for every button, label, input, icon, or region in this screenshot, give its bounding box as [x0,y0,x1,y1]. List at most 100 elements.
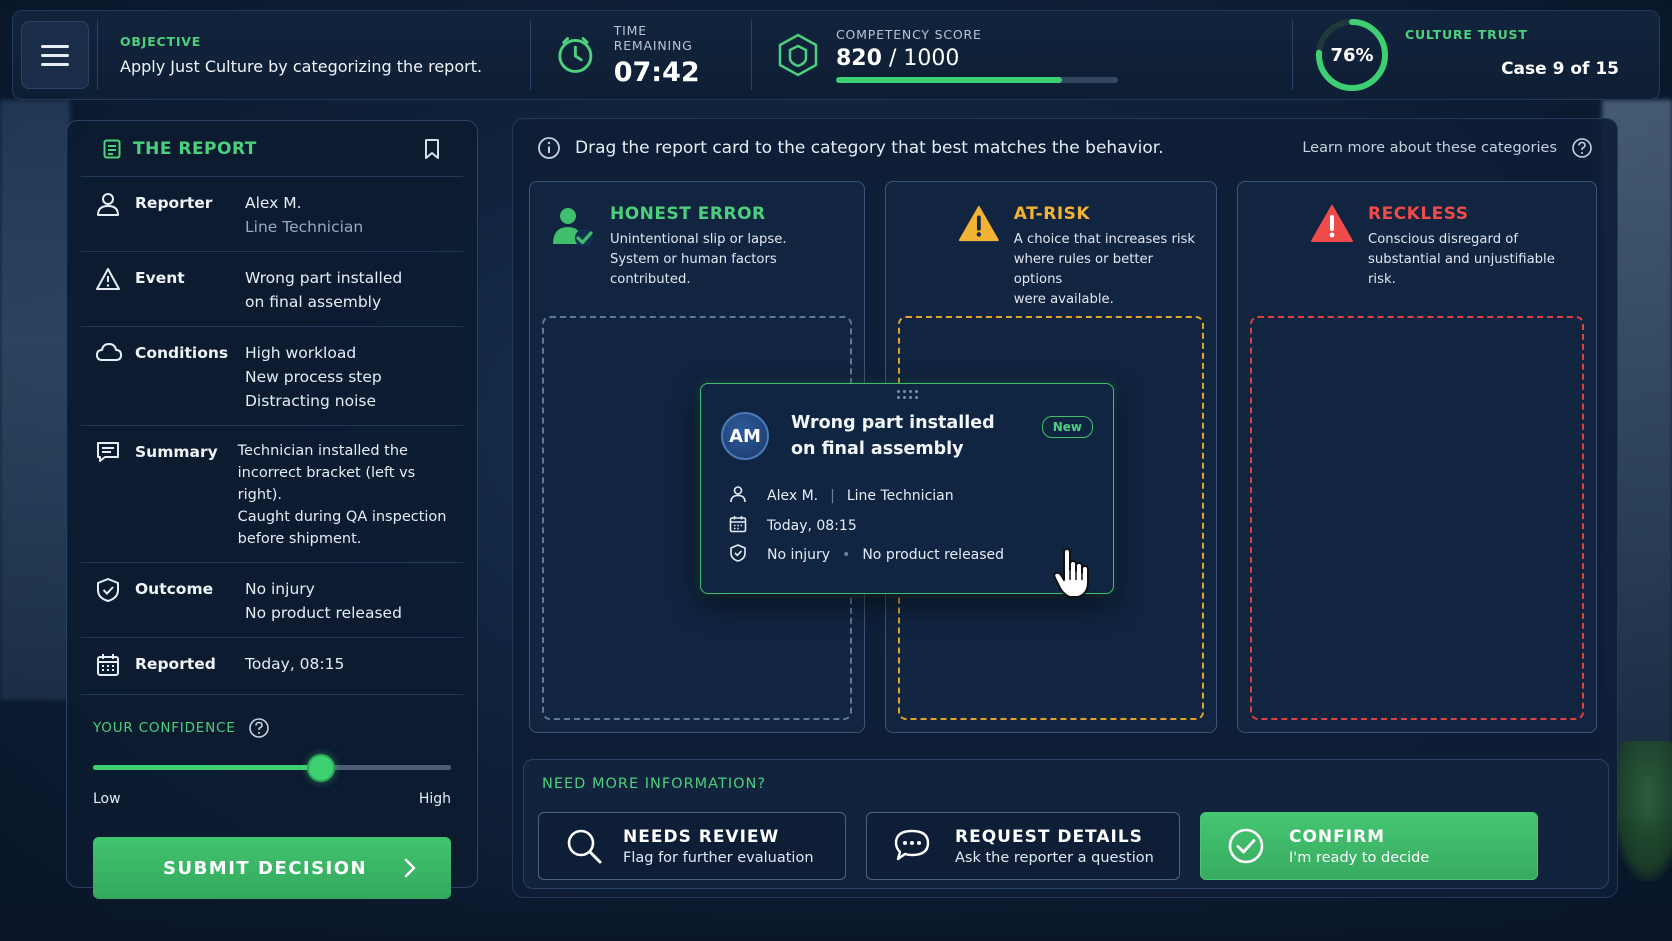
background-plant [1612,741,1672,881]
confirm-button[interactable]: CONFIRM I'm ready to decide [1200,812,1538,880]
action-title: NEEDS REVIEW [623,826,780,847]
reporter-name: Alex M. [245,194,302,212]
drop-zone-reckless[interactable] [1250,316,1584,720]
category-description: A choice that increases risk where rules… [1014,230,1196,310]
category-title: HONEST ERROR [610,204,766,224]
culture-trust: 76% CULTURE TRUST Case 9 of 15 [1293,11,1659,99]
card-role: Line Technician [846,488,954,504]
card-time: Today, 08:15 [767,518,857,534]
report-value: No injury No product released [245,577,402,625]
card-outcome: No product released [862,547,1005,563]
event-line: Wrong part installed [245,269,403,287]
condition-line: Distracting noise [245,392,376,410]
card-time-row: Today, 08:15 [729,515,857,537]
card-outcome-row: No injury • No product released [729,544,1004,566]
case-counter: Case 9 of 15 [1501,59,1619,79]
menu-button[interactable] [21,21,89,89]
check-circle-icon [1228,828,1264,864]
bookmark-icon[interactable] [423,138,441,160]
score-value: 820 / 1000 [836,46,1118,71]
category-title: AT-RISK [1013,204,1091,224]
description-line: risk. [1368,272,1396,287]
description-line: Conscious disregard of [1368,232,1518,247]
warning-icon [96,268,120,290]
slider-low-label: Low [93,791,121,807]
category-reckless: RECKLESS Conscious disregard of substant… [1237,181,1597,733]
cloud-icon [96,343,122,361]
report-row-outcome: Outcome No injury No product released [81,563,463,638]
more-info-label: NEED MORE INFORMATION? [542,776,767,792]
action-title: REQUEST DETAILS [955,826,1143,847]
chevron-right-icon [404,858,416,878]
category-title: RECKLESS [1368,204,1469,224]
score-progress-fill [836,77,1062,83]
trust-value: 76% [1330,44,1374,66]
learn-more-link[interactable]: Learn more about these categories [1302,140,1557,156]
separator: | [830,488,835,504]
background-office-left [0,100,70,700]
description-line: where rules or better options [1013,252,1154,287]
person-check-icon [553,208,593,247]
top-bar: OBJECTIVE Apply Just Culture by categori… [12,10,1660,100]
summary-line: Caught during QA inspection [237,509,447,525]
description-line: A choice that increases risk [1013,232,1196,247]
more-info-section: NEED MORE INFORMATION? NEEDS REVIEW Flag… [523,759,1609,889]
description-line: Unintentional slip or lapse. [610,232,787,247]
report-key: Reporter [135,194,213,212]
hexagon-shield-icon [778,33,818,77]
menu-icon-line [41,53,69,57]
separator: • [842,547,851,563]
summary-line: before shipment. [237,531,362,547]
menu-icon-line [41,44,69,48]
help-icon[interactable] [1571,137,1593,159]
trust-ring: 76% [1313,16,1391,94]
message-icon [97,442,119,462]
hand-cursor-icon [1053,548,1089,598]
reporter-role: Line Technician [245,218,364,236]
slider-fill [93,765,322,770]
score-max: / 1000 [888,46,960,71]
competency-score: COMPETENCY SCORE 820 / 1000 [752,27,1292,83]
slider-high-label: High [418,791,451,807]
person-icon [97,193,119,216]
calendar-icon [97,654,119,676]
card-reporter-row: Alex M. | Line Technician [729,485,954,507]
category-description: Unintentional slip or lapse. System or h… [610,230,787,290]
description-line: were available. [1013,292,1114,307]
request-details-button[interactable]: REQUEST DETAILS Ask the reporter a quest… [866,812,1180,880]
action-title: CONFIRM [1289,826,1386,847]
shield-icon [730,544,746,562]
report-value: Today, 08:15 [245,652,344,682]
event-line: on final assembly [245,293,382,311]
score-label: COMPETENCY SCORE [836,27,982,42]
summary-line: Technician installed the [237,443,408,459]
trust-label: CULTURE TRUST [1405,27,1528,42]
instruction-text: Drag the report card to the category tha… [575,138,1164,158]
time-value: 07:42 [613,56,700,88]
card-outcome: No injury [767,547,831,563]
reported-time: Today, 08:15 [245,655,345,673]
help-icon[interactable] [248,717,270,739]
alert-triangle-icon [1311,205,1353,242]
description-line: substantial and unjustifiable [1368,252,1555,267]
objective: OBJECTIVE Apply Just Culture by categori… [120,34,510,76]
confidence-slider[interactable] [93,747,451,787]
warning-icon [958,205,999,242]
time-remaining: TIME REMAINING 07:42 [531,23,751,88]
card-title-line: Wrong part installed [791,413,995,433]
condition-line: New process step [245,368,382,386]
slider-handle[interactable] [307,754,336,782]
summary-line: incorrect bracket (left vs right). [237,465,416,503]
menu-icon-line [41,62,69,66]
report-key: Event [135,269,185,287]
score-current: 820 [836,46,882,71]
action-subtitle: Ask the reporter a question [955,849,1154,866]
description-line: contributed. [610,272,691,287]
condition-line: High workload [245,344,357,362]
drag-handle-icon[interactable] [897,390,919,400]
needs-review-button[interactable]: NEEDS REVIEW Flag for further evaluation [538,812,846,880]
submit-decision-button[interactable]: SUBMIT DECISION [93,837,451,899]
outcome-line: No injury [245,580,315,598]
instruction-bar: Drag the report card to the category tha… [513,119,1617,177]
person-icon [730,486,746,503]
